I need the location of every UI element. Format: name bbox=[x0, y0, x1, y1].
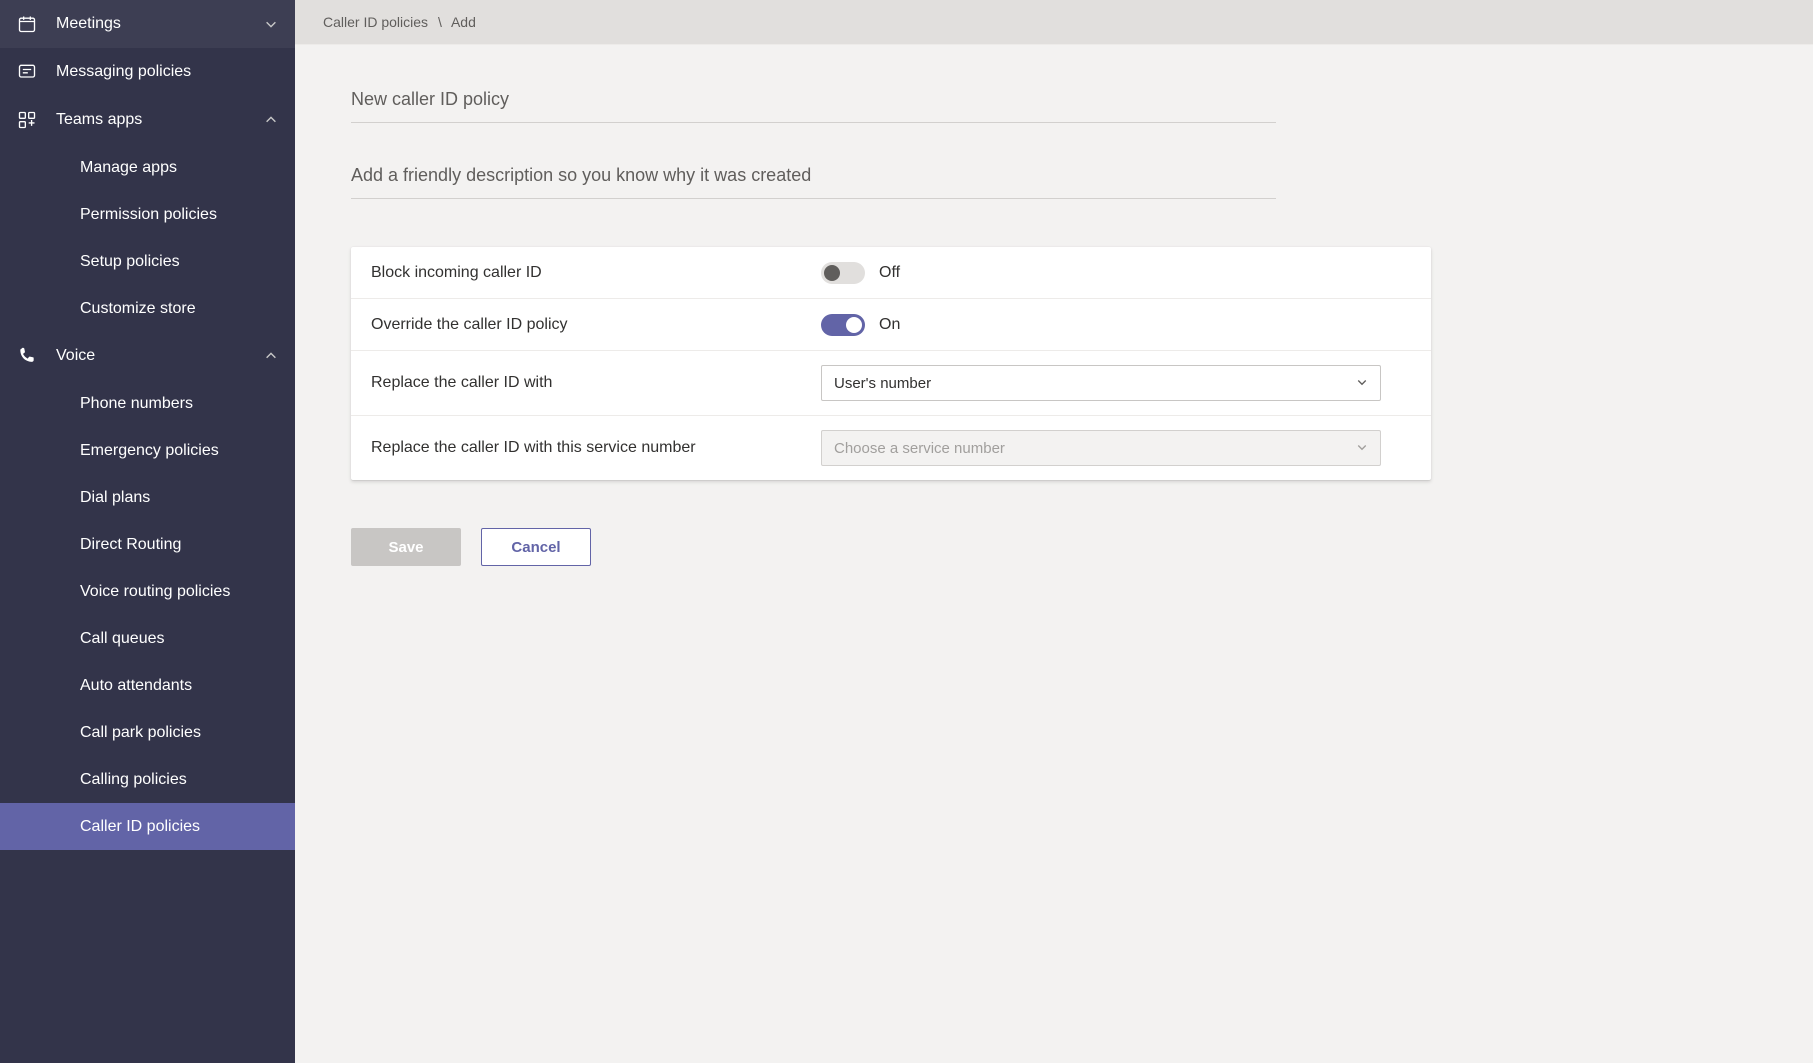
override-policy-toggle[interactable] bbox=[821, 314, 865, 336]
breadcrumb-separator: \ bbox=[438, 14, 442, 30]
setting-row-service-number: Replace the caller ID with this service … bbox=[351, 416, 1431, 480]
sidebar-item-label: Calling policies bbox=[80, 771, 279, 789]
sidebar-item-dial-plans[interactable]: Dial plans bbox=[0, 474, 295, 521]
sidebar-item-label: Messaging policies bbox=[56, 63, 279, 81]
apps-icon bbox=[16, 109, 38, 131]
sidebar-item-label: Auto attendants bbox=[80, 677, 279, 695]
policy-description-input[interactable] bbox=[351, 151, 1276, 199]
sidebar-item-call-queues[interactable]: Call queues bbox=[0, 615, 295, 662]
sidebar-item-manage-apps[interactable]: Manage apps bbox=[0, 144, 295, 191]
sidebar-item-voice[interactable]: Voice bbox=[0, 332, 295, 380]
toggle-knob bbox=[824, 265, 840, 281]
chevron-up-icon bbox=[263, 348, 279, 364]
sidebar-item-label: Meetings bbox=[56, 15, 263, 33]
sidebar-item-setup-policies[interactable]: Setup policies bbox=[0, 238, 295, 285]
setting-label: Override the caller ID policy bbox=[371, 316, 821, 334]
toggle-state-label: Off bbox=[879, 264, 900, 282]
sidebar-item-teams-apps[interactable]: Teams apps bbox=[0, 96, 295, 144]
sidebar-item-label: Permission policies bbox=[80, 206, 279, 224]
calendar-icon bbox=[16, 13, 38, 35]
sidebar-item-permission-policies[interactable]: Permission policies bbox=[0, 191, 295, 238]
policy-name-input[interactable] bbox=[351, 75, 1276, 123]
setting-row-replace-with: Replace the caller ID with User's number bbox=[351, 351, 1431, 416]
chat-icon bbox=[16, 61, 38, 83]
sidebar-item-caller-id-policies[interactable]: Caller ID policies bbox=[0, 803, 295, 850]
sidebar-item-label: Manage apps bbox=[80, 159, 279, 177]
sidebar-item-label: Customize store bbox=[80, 300, 279, 318]
breadcrumb-current: Add bbox=[451, 14, 476, 30]
sidebar-item-label: Setup policies bbox=[80, 253, 279, 271]
select-placeholder: Choose a service number bbox=[834, 440, 1356, 457]
sidebar-item-label: Direct Routing bbox=[80, 536, 279, 554]
sidebar-item-label: Call park policies bbox=[80, 724, 279, 742]
sidebar-item-customize-store[interactable]: Customize store bbox=[0, 285, 295, 332]
setting-label: Replace the caller ID with this service … bbox=[371, 439, 821, 457]
chevron-down-icon bbox=[1356, 375, 1368, 392]
sidebar-item-auto-attendants[interactable]: Auto attendants bbox=[0, 662, 295, 709]
sidebar-item-label: Caller ID policies bbox=[80, 818, 279, 836]
sidebar-item-voice-routing-policies[interactable]: Voice routing policies bbox=[0, 568, 295, 615]
sidebar-item-calling-policies[interactable]: Calling policies bbox=[0, 756, 295, 803]
sidebar-item-label: Emergency policies bbox=[80, 442, 279, 460]
cancel-button[interactable]: Cancel bbox=[481, 528, 591, 566]
settings-card: Block incoming caller ID Off Override th… bbox=[351, 247, 1431, 480]
save-button[interactable]: Save bbox=[351, 528, 461, 566]
sidebar-item-direct-routing[interactable]: Direct Routing bbox=[0, 521, 295, 568]
toggle-knob bbox=[846, 317, 862, 333]
sidebar-item-messaging-policies[interactable]: Messaging policies bbox=[0, 48, 295, 96]
setting-row-override-policy: Override the caller ID policy On bbox=[351, 299, 1431, 351]
phone-icon bbox=[16, 345, 38, 367]
chevron-down-icon bbox=[1356, 440, 1368, 457]
main-content: Caller ID policies \ Add Block incoming … bbox=[295, 0, 1813, 1063]
sidebar-item-phone-numbers[interactable]: Phone numbers bbox=[0, 380, 295, 427]
sidebar: Meetings Messaging policies Teams apps M… bbox=[0, 0, 295, 1063]
button-row: Save Cancel bbox=[351, 528, 1757, 566]
setting-control: User's number bbox=[821, 365, 1411, 401]
select-value: User's number bbox=[834, 375, 1356, 392]
setting-control: On bbox=[821, 314, 1411, 336]
setting-row-block-incoming: Block incoming caller ID Off bbox=[351, 247, 1431, 299]
sidebar-item-label: Phone numbers bbox=[80, 395, 279, 413]
sidebar-item-label: Voice routing policies bbox=[80, 583, 279, 601]
sidebar-item-meetings[interactable]: Meetings bbox=[0, 0, 295, 48]
toggle-state-label: On bbox=[879, 316, 900, 334]
sidebar-item-emergency-policies[interactable]: Emergency policies bbox=[0, 427, 295, 474]
service-number-select: Choose a service number bbox=[821, 430, 1381, 466]
sidebar-item-label: Call queues bbox=[80, 630, 279, 648]
content-area: Block incoming caller ID Off Override th… bbox=[295, 45, 1813, 1063]
sidebar-item-label: Voice bbox=[56, 347, 263, 365]
setting-label: Replace the caller ID with bbox=[371, 374, 821, 392]
setting-control: Choose a service number bbox=[821, 430, 1411, 466]
setting-control: Off bbox=[821, 262, 1411, 284]
breadcrumb: Caller ID policies \ Add bbox=[295, 0, 1813, 45]
chevron-up-icon bbox=[263, 112, 279, 128]
breadcrumb-root-link[interactable]: Caller ID policies bbox=[323, 14, 428, 30]
replace-with-select[interactable]: User's number bbox=[821, 365, 1381, 401]
setting-label: Block incoming caller ID bbox=[371, 264, 821, 282]
sidebar-item-label: Dial plans bbox=[80, 489, 279, 507]
sidebar-item-label: Teams apps bbox=[56, 111, 263, 129]
sidebar-item-call-park-policies[interactable]: Call park policies bbox=[0, 709, 295, 756]
block-incoming-toggle[interactable] bbox=[821, 262, 865, 284]
chevron-down-icon bbox=[263, 16, 279, 32]
